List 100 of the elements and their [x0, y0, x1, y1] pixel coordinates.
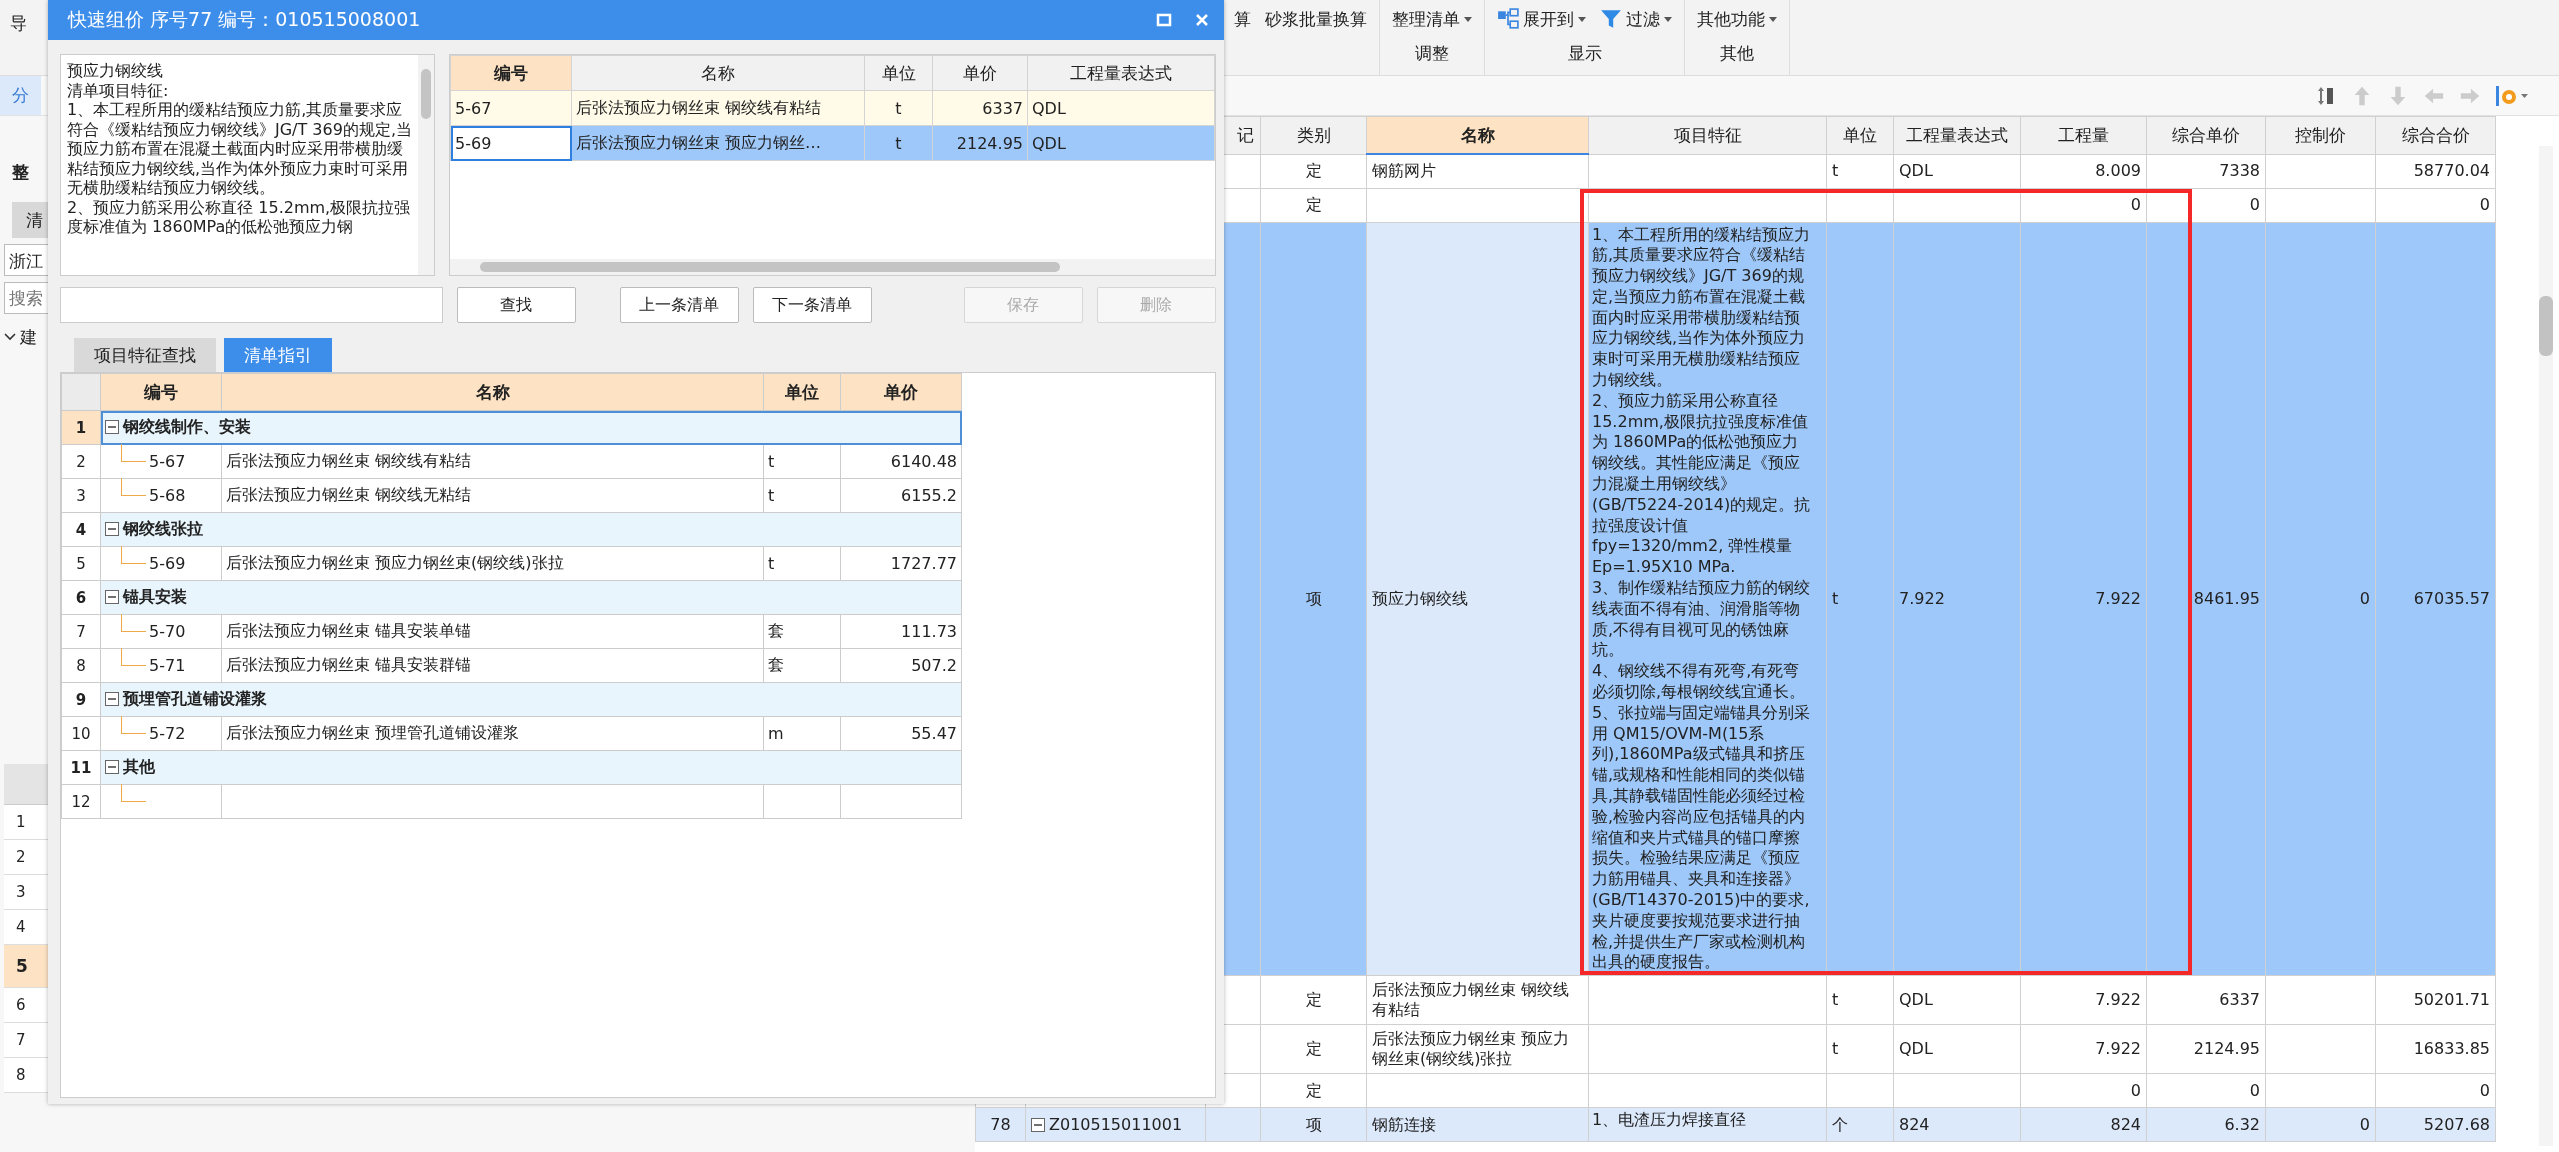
table-cell: 后张法预应力钢丝束 预应力钢丝束(钢绞线)张拉 — [1372, 1029, 1570, 1069]
table-cell: 6337 — [2219, 990, 2260, 1010]
table-cell: 111.73 — [901, 622, 957, 641]
table-cell: 5-68 — [149, 486, 186, 505]
table-cell: 个 — [1832, 1114, 1848, 1134]
group-label: 其他 — [1720, 42, 1754, 65]
table-cell: QDL — [1899, 1039, 1933, 1059]
row-number: 6 — [75, 588, 87, 607]
table-cell: 8461.95 — [2193, 588, 2260, 608]
table-cell: QDL — [1899, 161, 1933, 180]
row-number: 10 — [71, 724, 91, 743]
feature-text: 1、本工程所用的缓粘结预应力筋,其质量要求应符合《缓粘结预应力钢绞线》JG/T 369的规定,当预应力筋布置在混凝土截面内时应采用带横肋缓粘结预应力钢绞线,当作为体外预应力束时可采用无横肋缓粘结预应力钢绞线。 — [1592, 224, 1812, 391]
group-title: 钢绞线张拉 — [123, 519, 203, 538]
row-number: 4 — [75, 520, 87, 539]
row-number: 8 — [76, 656, 86, 675]
table-cell: 后张法预应力钢丝束 钢绞线无粘结 — [226, 485, 472, 504]
table-cell: 7.922 — [2095, 588, 2141, 608]
table-cell: 后张法预应力钢丝束 钢绞线有粘结 — [1372, 980, 1570, 1020]
table-cell: 后张法预应力钢丝束 钢绞线有粘结 — [576, 97, 822, 117]
table-cell: t — [768, 554, 775, 573]
group-label: 显示 — [1567, 42, 1602, 65]
table-cell: 后张法预应力钢丝束 预埋管孔道铺设灌浆 — [226, 723, 520, 742]
table-cell: t — [768, 452, 775, 471]
table-cell: QDL — [1899, 990, 1933, 1010]
feature-text: 2、预应力筋采用公称直径15.2mm,极限抗拉强度标准值为 1860MPa的低松弛预应力钢绞线。其性能应满足《预应力混凝土用钢绞线》 (GB/T5224-2014)的规定。抗拉强度设计值fpy=1320/mm2, 弹性模量 Ep=1.95X10 MPa. — [1592, 390, 1812, 579]
table-cell: 5-67 — [149, 452, 186, 471]
group-title: 其他 — [123, 757, 155, 776]
table-cell: 0 — [2359, 588, 2370, 608]
table-cell: 后张法预应力钢丝束 预应力钢丝束(钢绞线)张拉 — [226, 553, 564, 572]
feature-text: 4、钢绞线不得有死弯,有死弯必须切除,每根钢绞线宜通长。 — [1592, 661, 1807, 703]
table-cell: QDL — [1032, 133, 1066, 153]
table-cell: 后张法预应力钢丝束 锚具安装单锚 — [226, 621, 472, 640]
table-cell: 定 — [1305, 1039, 1322, 1059]
row-number: 11 — [70, 758, 92, 777]
table-cell: 5-67 — [455, 98, 492, 118]
table-cell: 8.009 — [2095, 161, 2141, 180]
feature-text: 1、电渣压力焊接直径 — [1592, 1110, 1748, 1131]
table-cell: 507.2 — [911, 656, 957, 675]
table-cell: 7.922 — [1899, 588, 1945, 608]
table-cell: 6140.48 — [890, 452, 957, 471]
table-cell: t — [1832, 588, 1839, 608]
table-cell: 后张法预应力钢丝束 钢绞线有粘结 — [226, 451, 472, 470]
table-cell: 套 — [768, 655, 784, 674]
table-cell: 5-69 — [149, 554, 186, 573]
table-cell: 定 — [1305, 1080, 1322, 1100]
table-cell: t — [895, 98, 902, 118]
table-cell: t — [1832, 990, 1839, 1010]
table-cell: 项 — [1305, 588, 1322, 608]
row-number: 1 — [75, 418, 87, 437]
group-title: 预埋管孔道铺设灌浆 — [123, 689, 267, 708]
table-cell: 0 — [2359, 1114, 2370, 1134]
table-cell: 6337 — [982, 98, 1023, 118]
table-cell: 50201.71 — [2413, 990, 2490, 1010]
table-cell: 824 — [1899, 1114, 1930, 1134]
table-cell: 0 — [2249, 1080, 2260, 1100]
table-cell: 套 — [768, 621, 784, 640]
table-cell: 16833.85 — [2413, 1039, 2490, 1059]
table-cell: 0 — [2479, 1080, 2490, 1100]
table-cell: 2124.95 — [2193, 1039, 2260, 1059]
table-cell: 5207.68 — [2423, 1114, 2490, 1134]
row-number: 12 — [71, 792, 91, 811]
table-cell: 5-69 — [455, 133, 492, 153]
table-cell: 58770.04 — [2413, 161, 2490, 180]
row-number: 3 — [76, 486, 86, 505]
table-cell: 钢筋连接 — [1372, 1114, 1436, 1134]
table-cell: 7.922 — [2095, 990, 2141, 1010]
row-number: 7 — [76, 622, 86, 641]
table-cell: 824 — [2110, 1114, 2141, 1134]
table-cell: 7338 — [2219, 161, 2260, 180]
table-cell: 0 — [2479, 195, 2490, 214]
table-cell: 0 — [2130, 195, 2141, 214]
table-cell: 定 — [1305, 161, 1322, 180]
group-title: 锚具安装 — [123, 587, 187, 606]
row-number: 78 — [990, 1114, 1011, 1134]
table-cell: 5-71 — [149, 656, 186, 675]
group-label: 调整 — [1415, 42, 1449, 65]
table-cell: 1727.77 — [890, 554, 957, 573]
table-cell: t — [1832, 161, 1839, 180]
table-cell: 5-72 — [149, 724, 186, 743]
dialog-title: 快速组价 序号77 编号：010515008001 — [68, 7, 422, 32]
table-cell: m — [768, 724, 784, 743]
table-cell: 6.32 — [2224, 1114, 2260, 1134]
table-cell: 55.47 — [911, 724, 957, 743]
group-title: 钢绞线制作、安装 — [123, 417, 251, 436]
feature-text: 3、制作缓粘结预应力筋的钢绞线表面不得有油、润滑脂等物质,不得有目视可见的锈蚀麻坑。 — [1592, 578, 1812, 662]
table-cell: 钢筋网片 — [1372, 161, 1436, 181]
table-cell: t — [895, 133, 902, 153]
table-cell: 后张法预应力钢丝束 预应力钢丝… — [576, 132, 822, 152]
table-cell: 0 — [2249, 195, 2260, 214]
row-number: 2 — [76, 452, 86, 471]
table-cell: t — [768, 486, 775, 505]
table-cell: 7.922 — [2095, 1039, 2141, 1059]
table-cell: 定 — [1305, 195, 1322, 214]
item-code: Z010515011001 — [1049, 1114, 1183, 1134]
table-cell: 5-70 — [149, 622, 186, 641]
table-cell: 6155.2 — [901, 486, 957, 505]
table-cell: 后张法预应力钢丝束 锚具安装群锚 — [226, 655, 472, 674]
table-cell: 预应力钢绞线 — [1372, 588, 1468, 608]
panel-title: 整 — [12, 161, 29, 184]
feature-text: 5、张拉端与固定端锚具分别采用 QM15/OVM-M(15系列),1860MPa级式锚具和挤压锚,或规格和性能相同的类似锚具,其静载锚固性能必须经过检验,检验内容尚应包括锚具的内缩值和夹片式锚具的锚口摩擦损失。检验结果应满足《预应力筋用锚具、夹具和连接器》 (GB/T14370-2015)中的要求,夹片硬度要按规范要求进行抽检,并提供生产厂家或检测机构出具的硬度报告。 — [1592, 702, 1812, 974]
